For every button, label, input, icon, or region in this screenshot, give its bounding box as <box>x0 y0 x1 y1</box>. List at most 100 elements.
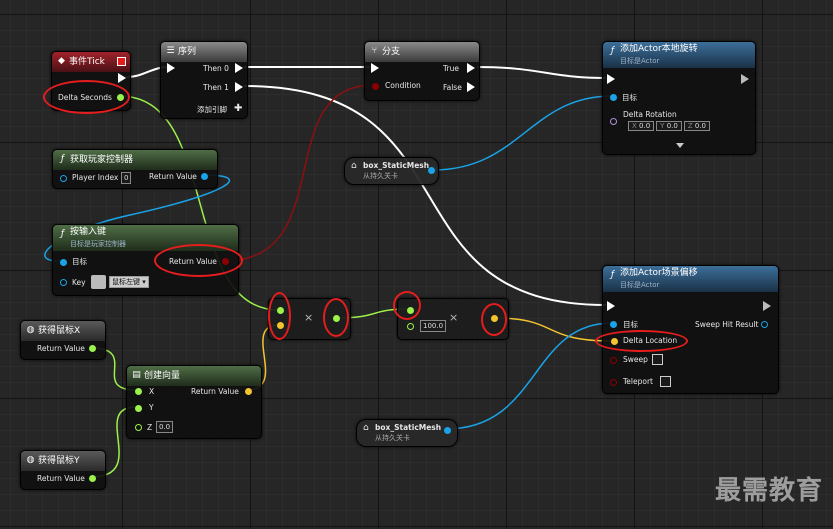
mouse-icon: ◍ <box>26 325 35 335</box>
add-pin-button[interactable]: 添加引脚 <box>197 105 227 115</box>
multiplier-field[interactable]: 100.0 <box>420 320 447 332</box>
make-vec-title: 创建向量 <box>144 371 181 381</box>
target-label: 目标 <box>622 93 637 102</box>
sequence-node[interactable]: ☰ 序列 Then 0 Then 1 添加引脚 ✚ <box>160 41 248 119</box>
highlight-ring <box>393 291 421 320</box>
player-index-label: Player Index <box>72 173 119 182</box>
z-label: Z <box>147 423 153 432</box>
mouse-y-title: 获得鼠标Y <box>38 456 80 466</box>
sweep-hit-pin[interactable] <box>761 321 768 328</box>
rotation-vector-fields: X 0.0 Y 0.0 Z 0.0 <box>628 121 712 131</box>
node-header[interactable]: ƒ 添加Actor场景偏移 目标是Actor <box>603 266 778 292</box>
x-field[interactable]: X 0.0 <box>628 121 655 131</box>
node-header[interactable]: ⑂ 分支 <box>365 42 479 62</box>
mesh-subtitle: 从持久关卡 <box>363 172 398 180</box>
branch-title: 分支 <box>382 47 401 57</box>
return-value-pin[interactable] <box>89 475 96 482</box>
sweep-checkbox[interactable] <box>652 354 663 365</box>
wire-true-rotation[interactable] <box>476 66 607 79</box>
sweep-pin[interactable] <box>610 357 617 364</box>
keyboard-icon[interactable] <box>91 275 106 289</box>
delegate-pin[interactable] <box>117 57 126 66</box>
value-input-pin[interactable] <box>407 323 414 330</box>
y-input-pin[interactable] <box>135 405 142 412</box>
offset-subtitle: 目标是Actor <box>620 281 660 289</box>
mesh-output-pin[interactable] <box>444 427 451 434</box>
teleport-checkbox[interactable] <box>660 376 671 387</box>
mouse-icon: ◍ <box>26 455 35 465</box>
multiply-icon: × <box>449 311 459 324</box>
node-header[interactable]: ◍ 获得鼠标Y <box>21 451 105 471</box>
z-field[interactable]: 0.0 <box>156 421 174 433</box>
false-label: False <box>443 83 462 92</box>
node-header[interactable]: ƒ 添加Actor本地旋转 目标是Actor <box>603 42 755 68</box>
make-vector-node[interactable]: ▤ 创建向量 X Return Value Y Z 0.0 <box>126 365 262 439</box>
highlight-ring <box>481 303 507 336</box>
z-field[interactable]: Z 0.0 <box>683 121 710 131</box>
static-mesh-reference-node[interactable]: ⌂ box_StaticMesh 从持久关卡 <box>356 419 458 447</box>
wire-mesh1-target[interactable] <box>432 95 613 171</box>
return-value-label: Return Value <box>37 474 85 483</box>
then0-pin[interactable] <box>235 63 243 73</box>
false-pin[interactable] <box>467 82 475 92</box>
add-actor-local-rotation-node[interactable]: ƒ 添加Actor本地旋转 目标是Actor 目标 Delta Rotation… <box>602 41 756 155</box>
sweep-hit-label: Sweep Hit Result <box>695 320 759 329</box>
target-pin[interactable] <box>610 94 617 101</box>
exec-input-pin[interactable] <box>371 63 379 73</box>
rotation-subtitle: 目标是Actor <box>620 57 660 65</box>
mesh-output-pin[interactable] <box>428 167 435 174</box>
then0-label: Then 0 <box>203 64 229 73</box>
key-label: Key <box>72 278 86 287</box>
target-label: 目标 <box>623 320 638 329</box>
function-icon: ƒ <box>60 229 65 239</box>
exec-output-pin[interactable] <box>118 73 126 83</box>
sequence-title: 序列 <box>178 47 197 57</box>
branch-node[interactable]: ⑂ 分支 True Condition False <box>364 41 480 101</box>
wire-mul2-deltalocation[interactable] <box>493 317 613 342</box>
then1-pin[interactable] <box>235 82 243 92</box>
condition-pin[interactable] <box>372 83 379 90</box>
player-index-field[interactable]: 0 <box>121 172 132 184</box>
exec-input-pin[interactable] <box>607 74 615 84</box>
key-pin[interactable] <box>60 279 67 286</box>
delta-rotation-pin[interactable] <box>610 118 617 125</box>
x-input-pin[interactable] <box>135 388 142 395</box>
actor-icon: ⌂ <box>351 161 357 171</box>
target-pin[interactable] <box>610 321 617 328</box>
node-header[interactable]: ▤ 创建向量 <box>127 366 261 386</box>
branch-icon: ⑂ <box>371 46 378 56</box>
highlight-ring <box>268 292 291 340</box>
exec-output-pin[interactable] <box>763 301 771 311</box>
exec-output-pin[interactable] <box>741 74 749 84</box>
exec-input-pin[interactable] <box>607 301 615 311</box>
teleport-label: Teleport <box>623 377 653 386</box>
get-mouse-x-node[interactable]: ◍ 获得鼠标X Return Value <box>20 320 106 360</box>
node-header[interactable]: ☰ 序列 <box>161 42 247 62</box>
exec-input-pin[interactable] <box>167 63 175 73</box>
watermark: 最需教育 <box>714 476 823 506</box>
expand-arrow-icon[interactable] <box>676 143 684 148</box>
return-value-label: Return Value <box>37 344 85 353</box>
target-pin[interactable] <box>60 259 67 266</box>
z-input-pin[interactable] <box>135 424 142 431</box>
offset-title: 添加Actor场景偏移 <box>620 268 698 278</box>
y-field[interactable]: Y 0.0 <box>656 121 682 131</box>
event-tick-title: 事件Tick <box>69 57 105 67</box>
player-index-pin[interactable] <box>60 175 67 182</box>
node-header[interactable]: ◍ 获得鼠标X <box>21 321 105 341</box>
return-value-pin[interactable] <box>89 345 96 352</box>
return-value-pin[interactable] <box>201 173 208 180</box>
get-mouse-y-node[interactable]: ◍ 获得鼠标Y Return Value <box>20 450 106 490</box>
key-select[interactable]: 鼠标左键 ▾ <box>109 276 149 288</box>
teleport-pin[interactable] <box>610 379 617 386</box>
static-mesh-reference-node[interactable]: ⌂ box_StaticMesh 从持久关卡 <box>344 157 439 185</box>
true-pin[interactable] <box>467 63 475 73</box>
sequence-icon: ☰ <box>166 46 175 56</box>
return-value-pin[interactable] <box>245 388 252 395</box>
y-label: Y <box>149 403 154 412</box>
get-player-controller-node[interactable]: ƒ 获取玩家控制器 Player Index 0 Return Value <box>52 149 218 189</box>
highlight-ring <box>323 298 349 337</box>
plus-icon[interactable]: ✚ <box>234 104 242 114</box>
delta-rotation-label: Delta Rotation <box>623 110 677 119</box>
node-header[interactable]: ƒ 获取玩家控制器 <box>53 150 217 170</box>
